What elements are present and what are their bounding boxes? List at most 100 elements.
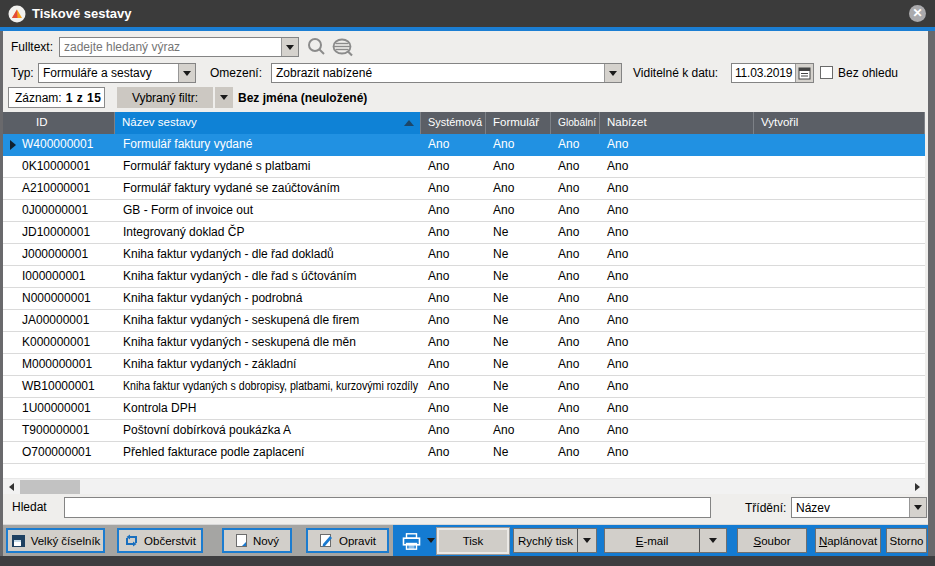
novy-button[interactable]: Nový bbox=[222, 528, 292, 553]
email-dropdown-button[interactable] bbox=[699, 529, 726, 552]
cell-global: Ano bbox=[551, 398, 600, 419]
cell-name: Kniha faktur vydaných - dle řad dokladů bbox=[115, 244, 421, 265]
cell-created bbox=[754, 310, 925, 331]
cell-form: Ano bbox=[486, 420, 551, 441]
table-row[interactable]: J000000001Kniha faktur vydaných - dle řa… bbox=[3, 244, 925, 266]
cell-system: Ano bbox=[421, 134, 486, 155]
opravit-button[interactable]: Opravit bbox=[306, 528, 389, 553]
soubor-button[interactable]: Soubor bbox=[737, 528, 807, 553]
table-row[interactable]: I000000001Kniha faktur vydaných - dle řa… bbox=[3, 266, 925, 288]
bez-ohledu-label: Bez ohledu bbox=[838, 63, 898, 83]
trideni-combobox[interactable]: Název bbox=[791, 497, 927, 518]
email-button[interactable]: E-mail bbox=[604, 528, 727, 553]
table-row[interactable]: 0K10000001Formulář faktury vydané s plat… bbox=[3, 156, 925, 178]
cell-offer: Ano bbox=[600, 178, 754, 199]
tisk-button[interactable]: Tisk bbox=[437, 528, 509, 554]
typ-dropdown-button[interactable] bbox=[178, 64, 195, 82]
cell-id: JD10000001 bbox=[3, 222, 115, 243]
fulltext-dropdown-button[interactable] bbox=[281, 38, 298, 56]
fulltext-input[interactable]: zadejte hledaný výraz bbox=[59, 37, 299, 57]
cell-global: Ano bbox=[551, 244, 600, 265]
filtr-value: Bez jména (neuložené) bbox=[238, 91, 367, 105]
cell-offer: Ano bbox=[600, 442, 754, 463]
printer-dropdown-icon[interactable] bbox=[427, 538, 435, 543]
filtr-dropdown-button[interactable] bbox=[215, 87, 233, 108]
trideni-dropdown-button[interactable] bbox=[909, 498, 926, 517]
cell-offer: Ano bbox=[600, 200, 754, 221]
cell-created bbox=[754, 178, 925, 199]
omezeni-dropdown-button[interactable] bbox=[604, 64, 621, 82]
velky-ciselnik-button[interactable]: Velký číselník bbox=[6, 528, 105, 553]
column-header[interactable]: Vytvořil bbox=[754, 112, 925, 134]
naplanovat-button[interactable]: Naplánovat bbox=[815, 528, 881, 553]
cell-global: Ano bbox=[551, 134, 600, 155]
sort-asc-icon bbox=[404, 120, 414, 126]
column-header[interactable]: Název sestavy bbox=[115, 112, 421, 134]
table-row[interactable]: O700000001Přehled fakturace podle zaplac… bbox=[3, 442, 925, 464]
cell-name: Kniha faktur vydaných - dle řad s účtová… bbox=[115, 266, 421, 287]
table-row[interactable]: N000000001Kniha faktur vydaných - podrob… bbox=[3, 288, 925, 310]
cell-form: Ne bbox=[486, 398, 551, 419]
cell-created bbox=[754, 134, 925, 155]
cell-global: Ano bbox=[551, 420, 600, 441]
table-row[interactable]: JA00000001Kniha faktur vydaných - seskup… bbox=[3, 310, 925, 332]
table-row[interactable]: JD10000001Integrovaný doklad ČPAnoNeAnoA… bbox=[3, 222, 925, 244]
omezeni-label: Omezení: bbox=[210, 63, 262, 83]
window-icon bbox=[11, 534, 26, 548]
table-row[interactable]: A210000001Formulář faktury vydané se zaú… bbox=[3, 178, 925, 200]
cell-created bbox=[754, 266, 925, 287]
rychly-tisk-dropdown-button[interactable] bbox=[577, 529, 596, 552]
column-header[interactable]: Nabízet bbox=[600, 112, 754, 134]
scroll-left-icon[interactable] bbox=[3, 479, 19, 495]
printer-icon[interactable] bbox=[402, 533, 421, 550]
scroll-right-icon[interactable] bbox=[909, 479, 925, 495]
typ-label: Typ: bbox=[11, 63, 34, 83]
table-row[interactable]: WB10000001Kniha faktur vydaných s dobrop… bbox=[3, 376, 925, 398]
bez-ohledu-checkbox[interactable] bbox=[820, 66, 833, 79]
date-field[interactable]: 11.03.2019 bbox=[731, 63, 814, 83]
cell-name: Kontrola DPH bbox=[115, 398, 421, 419]
hledat-input[interactable] bbox=[64, 497, 711, 518]
horizontal-scrollbar[interactable] bbox=[3, 478, 925, 494]
table-row[interactable]: M000000001Kniha faktur vydaných - základ… bbox=[3, 354, 925, 376]
storno-button[interactable]: Storno bbox=[886, 528, 927, 553]
scrollbar-thumb[interactable] bbox=[20, 480, 80, 494]
cell-id: 1U00000001 bbox=[3, 398, 115, 419]
table-row[interactable]: K000000001Kniha faktur vydaných - seskup… bbox=[3, 332, 925, 354]
cell-system: Ano bbox=[421, 354, 486, 375]
column-header[interactable]: Formulář bbox=[486, 112, 551, 134]
omezeni-combobox[interactable]: Zobrazit nabízené bbox=[271, 63, 622, 83]
hledat-label: Hledat bbox=[12, 500, 47, 514]
cell-created bbox=[754, 420, 925, 441]
cell-form: Ne bbox=[486, 376, 551, 397]
search-icon[interactable] bbox=[306, 37, 327, 58]
obcerstvit-button[interactable]: Občerstvit bbox=[117, 528, 203, 553]
column-header[interactable]: ID bbox=[3, 112, 115, 134]
app-logo-icon bbox=[8, 5, 26, 23]
cell-form: Ne bbox=[486, 442, 551, 463]
table-row[interactable]: T900000001Poštovní dobírková poukázka AA… bbox=[3, 420, 925, 442]
cell-name: Kniha faktur vydaných s dobropisy, platb… bbox=[115, 376, 421, 397]
cell-offer: Ano bbox=[600, 222, 754, 243]
cell-offer: Ano bbox=[600, 376, 754, 397]
cell-offer: Ano bbox=[600, 156, 754, 177]
column-header[interactable]: Globální bbox=[551, 112, 600, 134]
reports-table: IDNázev sestavySystémováFormulářGlobální… bbox=[3, 112, 925, 478]
vybrany-filtr-button[interactable]: Vybraný filtr: bbox=[117, 87, 213, 108]
table-row[interactable]: 1U00000001Kontrola DPHAnoNeAnoAno bbox=[3, 398, 925, 420]
record-counter: Záznam:1 z 15 bbox=[8, 87, 105, 108]
cell-offer: Ano bbox=[600, 244, 754, 265]
table-header: IDNázev sestavySystémováFormulářGlobální… bbox=[3, 112, 925, 134]
rychly-tisk-button[interactable]: Rychlý tisk bbox=[513, 528, 597, 553]
table-row[interactable]: W400000001Formulář faktury vydanéAnoAnoA… bbox=[3, 134, 925, 156]
close-icon[interactable]: ✕ bbox=[909, 5, 926, 22]
cell-id: O700000001 bbox=[3, 442, 115, 463]
column-header[interactable]: Systémová bbox=[421, 112, 486, 134]
trideni-label: Třídění: bbox=[745, 498, 786, 518]
typ-combobox[interactable]: Formuláře a sestavy bbox=[38, 63, 196, 83]
search-list-icon[interactable] bbox=[331, 37, 355, 58]
cell-global: Ano bbox=[551, 156, 600, 177]
cell-system: Ano bbox=[421, 266, 486, 287]
table-row[interactable]: 0J00000001GB - Form of invoice outAnoAno… bbox=[3, 200, 925, 222]
calendar-icon[interactable] bbox=[795, 64, 813, 82]
